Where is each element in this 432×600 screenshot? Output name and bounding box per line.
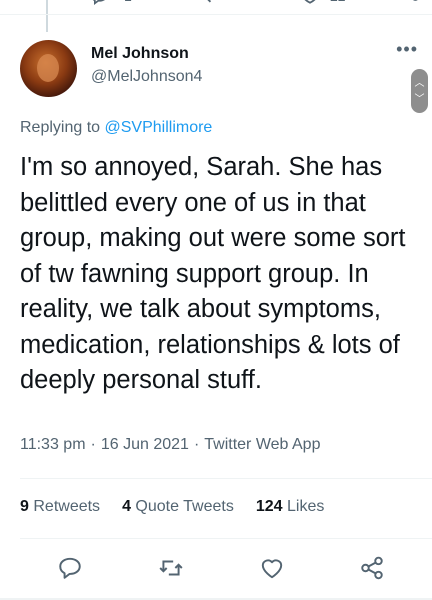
tweet-time[interactable]: 11:33 pm [20,436,86,453]
scroll-up-icon: ︿ [414,78,425,89]
more-options-icon[interactable]: ••• [396,40,418,58]
avatar[interactable] [20,40,77,97]
replying-to-mention[interactable]: @SVPhillimore [105,119,213,136]
quote-tweets-label: Quote Tweets [135,498,234,515]
tweet-source[interactable]: Twitter Web App [204,436,320,453]
scrollbar-handle[interactable]: ︿ ﹀ [411,69,428,113]
tweet-detail-page: 1 22 Mel Johnson @MelJohnson4 ••• ︿ ﹀ Re… [0,0,432,600]
retweets-label: Retweets [33,498,101,515]
retweet-icon[interactable] [158,555,184,581]
tweet-date[interactable]: 16 Jun 2021 [101,436,189,453]
quote-tweets-count: 4 [122,498,131,515]
prev-retweet-count: 1 [124,0,132,4]
avatar-face [37,54,59,82]
prev-share-icon[interactable] [398,0,420,10]
top-divider [0,14,432,15]
quote-tweets-stat[interactable]: 4 Quote Tweets [122,498,234,515]
reply-icon[interactable] [57,555,83,581]
prev-like-count: 22 [330,0,346,4]
prev-heart-icon[interactable] [299,0,321,10]
meta-separator: · [90,436,96,453]
retweets-stat[interactable]: 9 Retweets [20,498,100,515]
previous-tweet-actions: 1 22 [0,0,432,12]
retweets-count: 9 [20,498,29,515]
likes-label: Likes [287,498,325,515]
heart-icon[interactable] [259,555,285,581]
stats-divider [20,538,432,539]
tweet-stats: 9 Retweets 4 Quote Tweets 124 Likes [20,498,346,516]
replying-to-prefix: Replying to [20,119,105,136]
meta-separator-2: · [193,436,200,453]
scroll-down-icon: ﹀ [414,94,425,105]
prev-retweet-icon[interactable] [194,0,216,10]
likes-stat[interactable]: 124 Likes [256,498,325,515]
likes-count: 124 [255,498,283,515]
meta-divider [20,478,432,479]
tweet-text: I'm so annoyed, Sarah. She has belittled… [20,153,406,394]
author-handle[interactable]: @MelJohnson4 [91,68,202,86]
replying-to-line: Replying to @SVPhillimore [20,119,212,137]
tweet-meta: 11:33 pm · 16 Jun 2021 · Twitter Web App [20,436,320,454]
prev-reply-icon[interactable] [89,0,109,10]
share-icon[interactable] [359,555,385,581]
author-display-name[interactable]: Mel Johnson [91,45,189,63]
